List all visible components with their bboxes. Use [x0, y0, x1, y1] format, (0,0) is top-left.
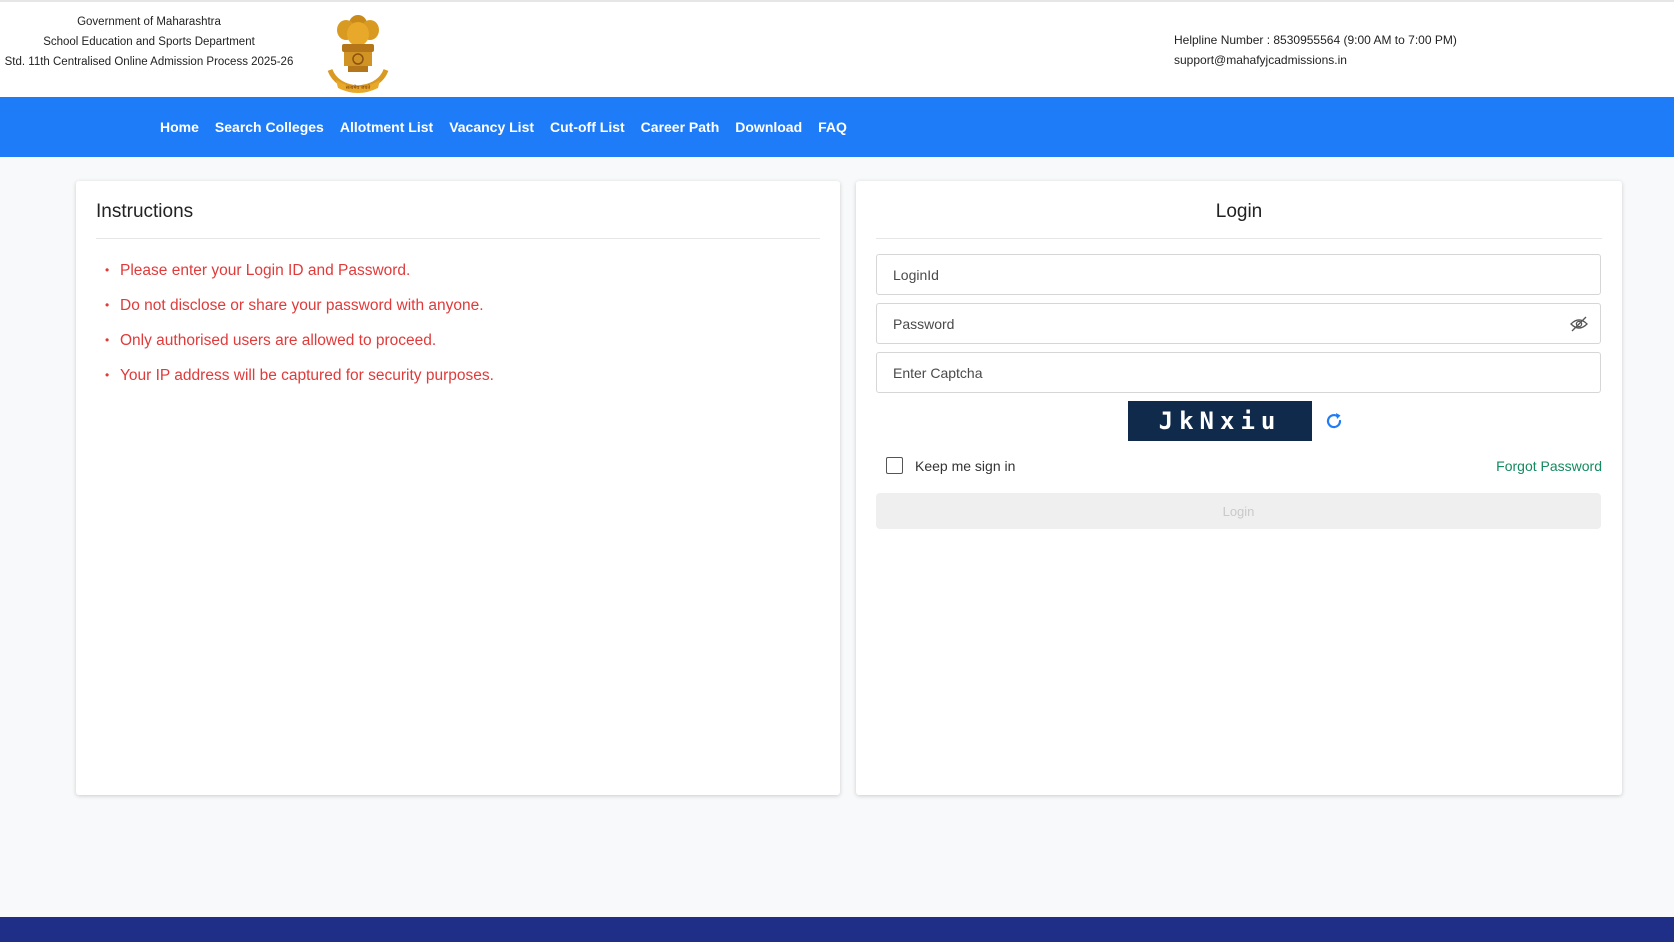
- instructions-card: Instructions • Please enter your Login ID…: [76, 181, 840, 795]
- top-header: Government of Maharashtra School Educati…: [0, 0, 1674, 97]
- instruction-item: • Please enter your Login ID and Password…: [96, 253, 494, 288]
- nav-search-colleges[interactable]: Search Colleges: [215, 119, 324, 135]
- bullet-icon: •: [105, 333, 110, 347]
- instruction-text: Only authorised users are allowed to pro…: [120, 332, 437, 349]
- instruction-item: • Your IP address will be captured for se…: [96, 358, 494, 393]
- department-title: Government of Maharashtra School Educati…: [0, 12, 304, 72]
- nav-vacancy-list[interactable]: Vacancy List: [449, 119, 534, 135]
- forgot-password-link[interactable]: Forgot Password: [1496, 458, 1602, 474]
- helpline-number: Helpline Number : 8530955564 (9:00 AM to…: [1174, 33, 1457, 47]
- loginid-input[interactable]: [891, 255, 1586, 294]
- loginid-field[interactable]: [876, 254, 1601, 295]
- gov-line-2: School Education and Sports Department: [43, 36, 255, 48]
- bullet-icon: •: [105, 263, 110, 277]
- captcha-field[interactable]: [876, 352, 1601, 393]
- main-navbar: Home Search Colleges Allotment List Vaca…: [0, 97, 1674, 157]
- captcha-image: JkNxiu: [1128, 401, 1312, 441]
- captcha-input[interactable]: [891, 353, 1586, 392]
- bullet-icon: •: [105, 298, 110, 312]
- state-emblem-logo: सत्यमेव जयते: [327, 15, 389, 93]
- emblem-motto: सत्यमेव जयते: [346, 84, 371, 91]
- login-title: Login: [876, 201, 1602, 239]
- footer-bar: [0, 917, 1674, 942]
- contact-info: Helpline Number : 8530955564 (9:00 AM to…: [1174, 30, 1457, 70]
- keep-signed-in-checkbox[interactable]: [886, 457, 903, 474]
- nav-home[interactable]: Home: [160, 119, 199, 135]
- instructions-list: • Please enter your Login ID and Password…: [96, 253, 494, 393]
- password-field[interactable]: [876, 303, 1601, 344]
- instruction-item: • Do not disclose or share your password …: [96, 288, 494, 323]
- gov-line-1: Government of Maharashtra: [77, 16, 221, 28]
- keep-signed-in-label: Keep me sign in: [915, 457, 1016, 474]
- support-email[interactable]: support@mahafyjcadmissions.in: [1174, 50, 1457, 70]
- instruction-text: Please enter your Login ID and Password.: [120, 262, 411, 279]
- nav-allotment-list[interactable]: Allotment List: [340, 119, 433, 135]
- instruction-text: Do not disclose or share your password w…: [120, 297, 484, 314]
- password-input[interactable]: [891, 304, 1586, 343]
- instruction-item: • Only authorised users are allowed to pr…: [96, 323, 494, 358]
- eye-slash-icon[interactable]: [1570, 316, 1588, 332]
- nav-faq[interactable]: FAQ: [818, 119, 847, 135]
- login-card: Login JkNxiu Keep me sign in Forgot Pass…: [856, 181, 1622, 795]
- nav-career-path[interactable]: Career Path: [641, 119, 720, 135]
- bullet-icon: •: [105, 368, 110, 382]
- login-button[interactable]: Login: [876, 493, 1601, 529]
- instruction-text: Your IP address will be captured for sec…: [120, 367, 494, 384]
- refresh-captcha-icon[interactable]: [1324, 411, 1344, 431]
- keep-signed-in[interactable]: Keep me sign in: [886, 457, 1015, 474]
- instructions-title: Instructions: [96, 201, 820, 239]
- gov-line-3: Std. 11th Centralised Online Admission P…: [4, 56, 294, 68]
- nav-download[interactable]: Download: [735, 119, 802, 135]
- nav-cutoff-list[interactable]: Cut-off List: [550, 119, 625, 135]
